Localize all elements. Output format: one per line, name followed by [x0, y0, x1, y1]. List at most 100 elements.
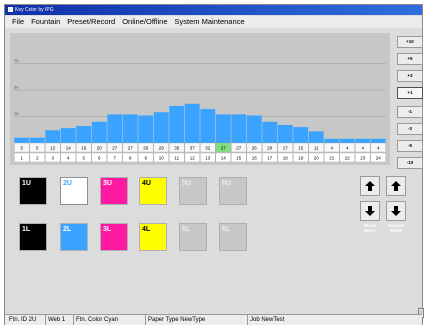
percent-move-label: Percent Move — [387, 223, 405, 233]
percent-move-up-button[interactable] — [386, 176, 406, 196]
y-tick-label: 75 — [14, 58, 19, 63]
unit-swatch-2u[interactable]: 2U — [60, 177, 88, 205]
block-move-label: Block Move — [363, 223, 377, 233]
unit-swatch-4u[interactable]: 4U — [139, 177, 167, 205]
percent-move-down-button[interactable] — [386, 201, 406, 221]
key-number-label: 16 — [252, 156, 258, 161]
y-tick-label: 25 — [14, 111, 19, 116]
menu-preset-record[interactable]: Preset/Record — [67, 17, 115, 26]
step-button-minus-10[interactable]: -10 — [397, 157, 423, 169]
key-value-label: 26 — [143, 146, 149, 151]
key-value-label: 29 — [159, 146, 165, 151]
arrow-up-icon — [365, 181, 375, 191]
key-bar[interactable] — [277, 124, 293, 143]
unit-swatch-4l[interactable]: 4L — [139, 223, 167, 251]
unit-swatch-1u[interactable]: 1U — [19, 177, 47, 205]
key-value-label: 20 — [267, 146, 273, 151]
block-move-up-button[interactable] — [360, 176, 380, 196]
step-button-plus-1[interactable]: +1 — [397, 87, 423, 99]
key-value-label: 12 — [50, 146, 56, 151]
step-button-minus-5[interactable]: -5 — [397, 140, 423, 152]
key-bar[interactable] — [262, 121, 278, 143]
unit-swatch-6l[interactable]: 6L — [219, 223, 247, 251]
arrow-down-icon — [365, 206, 375, 216]
key-value-label: 20 — [97, 146, 103, 151]
unit-swatch-5u[interactable]: 5U — [179, 177, 207, 205]
unit-swatch-3u[interactable]: 3U — [100, 177, 128, 205]
app-window: Key Color by IPG File Fountain Preset/Reco… — [4, 4, 424, 325]
menu-file[interactable]: File — [12, 17, 24, 26]
key-bar[interactable] — [308, 131, 324, 143]
key-value-label: 35 — [174, 146, 180, 151]
key-bar[interactable] — [60, 128, 76, 143]
key-value-label: 14 — [66, 146, 72, 151]
key-bar[interactable] — [91, 121, 107, 143]
unit-swatch-6u[interactable]: 6U — [219, 177, 247, 205]
key-bar[interactable] — [169, 105, 185, 143]
y-tick-label: 50 — [14, 85, 19, 90]
key-number-label: 14 — [221, 156, 227, 161]
app-icon — [8, 7, 13, 13]
window-title: Key Color by IPG — [15, 7, 54, 13]
unit-swatch-5l[interactable]: 5L — [179, 223, 207, 251]
key-value-label: 27 — [128, 146, 134, 151]
status-ftn-color: Ftn. Color Cyan — [73, 315, 118, 325]
key-value-label: 11 — [314, 146, 319, 151]
key-bar[interactable] — [231, 114, 247, 143]
key-value-label: 26 — [252, 146, 258, 151]
key-value-label: 27 — [112, 146, 118, 151]
unit-swatch-3l[interactable]: 3L — [100, 223, 128, 251]
key-value-label: 27 — [221, 146, 227, 151]
status-web: Web 1 — [45, 315, 65, 325]
key-number-label: 22 — [345, 156, 351, 161]
step-button-plus-10[interactable]: +10 — [397, 36, 423, 48]
key-bar[interactable] — [370, 138, 386, 143]
unit-swatch-2l[interactable]: 2L — [60, 223, 88, 251]
key-number-label: 21 — [329, 156, 335, 161]
step-button-minus-3[interactable]: -3 — [397, 123, 423, 135]
key-number-label: 19 — [298, 156, 304, 161]
menu-system-maintenance[interactable]: System Maintenance — [175, 17, 245, 26]
key-number-label: 11 — [174, 156, 179, 161]
key-bar-chart[interactable]: 2550755 5 12 14 16 20 27 27 26 29 35 37 32 27 27 26 20 17… — [10, 33, 390, 165]
key-bar[interactable] — [215, 114, 231, 143]
menu-fountain[interactable]: Fountain — [31, 17, 60, 26]
title-bar: Key Color by IPG — [5, 5, 422, 15]
key-bar[interactable] — [184, 103, 200, 143]
key-number-label: 12 — [190, 156, 196, 161]
key-value-label: 27 — [236, 146, 242, 151]
key-value-label: 37 — [190, 146, 196, 151]
menu-online-offline[interactable]: Online/Offline — [122, 17, 167, 26]
key-bar[interactable] — [76, 126, 92, 143]
key-bar[interactable] — [14, 137, 30, 143]
status-ftn-id: Ftn. ID 2U — [9, 317, 37, 323]
key-bar[interactable] — [45, 130, 61, 143]
block-move-down-button[interactable] — [360, 201, 380, 221]
menu-bar: File Fountain Preset/Record Online/Offline S… — [5, 16, 422, 28]
status-job: Job NewTest — [247, 315, 284, 325]
key-bar[interactable] — [29, 137, 45, 143]
key-bar[interactable] — [324, 138, 340, 143]
key-bar[interactable] — [339, 138, 355, 143]
key-chart-panel: 25 50 75 5 5 12 14 16 20 27 27 26 29 35 37 32 27 27 26 20 17… — [10, 33, 390, 165]
step-button-plus-5[interactable]: +5 — [397, 53, 423, 65]
key-number-label: 17 — [267, 156, 273, 161]
key-number-label: 24 — [376, 156, 382, 161]
key-bar[interactable] — [200, 109, 216, 143]
key-bar[interactable] — [153, 112, 169, 143]
key-number-label: 18 — [283, 156, 289, 161]
key-bar[interactable] — [107, 114, 123, 143]
arrow-down-icon — [391, 206, 401, 216]
status-bar: Ftn. ID 2U Web 1 Ftn. Color Cyan Paper T… — [5, 314, 422, 325]
unit-swatch-1l[interactable]: 1L — [19, 223, 47, 251]
status-paper-type: Paper Type NewType — [145, 315, 205, 325]
step-button-plus-3[interactable]: +3 — [397, 70, 423, 82]
step-button-minus-1[interactable]: -1 — [397, 106, 423, 118]
key-bar[interactable] — [138, 115, 154, 143]
key-bar[interactable] — [246, 115, 262, 143]
key-number-label: 20 — [314, 156, 320, 161]
key-bar[interactable] — [355, 138, 371, 143]
key-bar[interactable] — [122, 114, 138, 143]
key-bar[interactable] — [293, 127, 309, 143]
key-value-label: 32 — [205, 146, 211, 151]
